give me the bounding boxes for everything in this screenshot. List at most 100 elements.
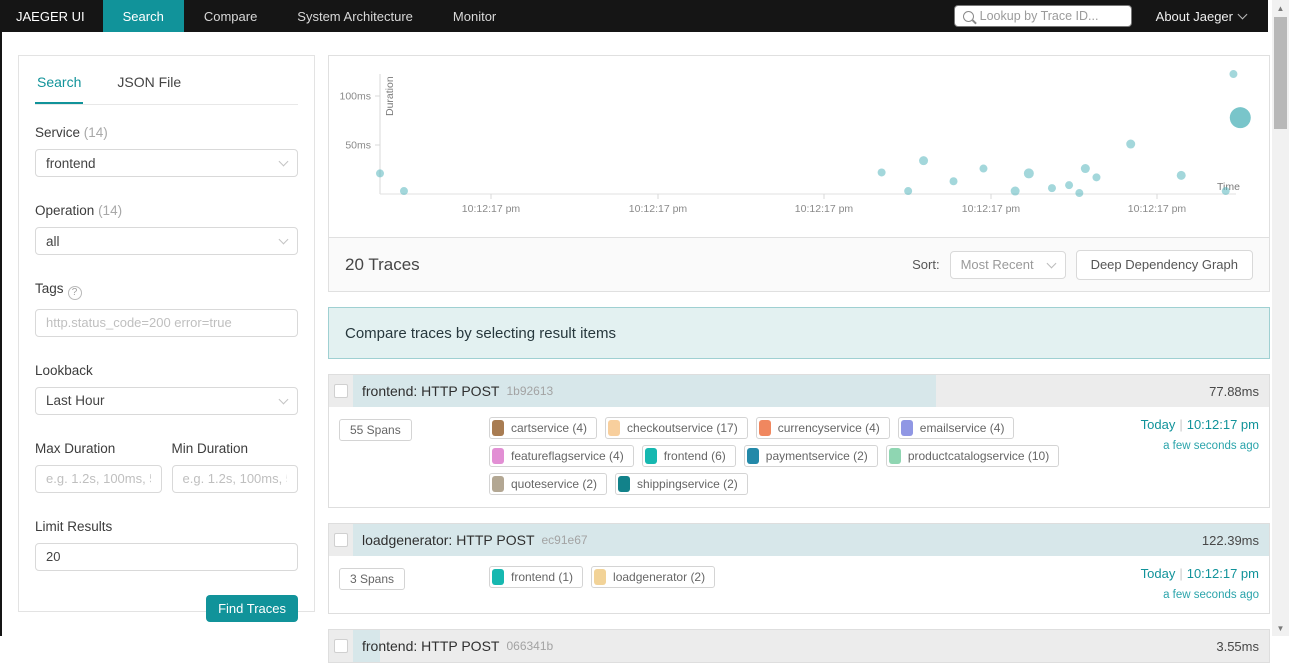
trace-scatter-point[interactable] [1221, 187, 1230, 196]
chevron-down-icon [278, 394, 289, 404]
trace-result-card[interactable]: frontend: HTTP POST 066341b 3.55ms | [328, 629, 1270, 663]
service-tag: emailservice (4) [897, 417, 1015, 439]
help-icon[interactable]: ? [67, 285, 82, 300]
trace-checkbox[interactable] [334, 384, 348, 398]
trace-scatter-point[interactable] [949, 177, 958, 186]
chevron-down-icon [278, 234, 289, 245]
chevron-down-icon [1046, 258, 1057, 268]
deep-dependency-graph-button[interactable]: Deep Dependency Graph [1075, 249, 1253, 280]
lookback-select[interactable]: Last Hour [35, 386, 298, 415]
scroll-down-icon[interactable]: ▼ [1272, 620, 1289, 636]
service-tag: cartservice (4) [489, 417, 598, 439]
operation-label: Operation (14) [35, 203, 123, 218]
trace-scatter-point[interactable] [1047, 184, 1056, 193]
trace-id: 1b92613 [506, 384, 554, 398]
tab-json-file[interactable]: JSON File [115, 56, 183, 104]
lookback-label: Lookback [35, 362, 93, 378]
trace-result-card[interactable]: loadgenerator: HTTP POST ec91e67 122.39m… [328, 523, 1270, 614]
service-color-swatch [618, 476, 631, 492]
trace-header: loadgenerator: HTTP POST ec91e67 122.39m… [329, 524, 1269, 556]
service-color-swatch [492, 569, 504, 585]
operation-select-value: all [46, 233, 60, 249]
trace-result-list: frontend: HTTP POST 1b92613 77.88ms 55 S… [328, 374, 1270, 663]
about-jaeger-menu[interactable]: About Jaeger [1155, 8, 1248, 24]
trace-scatter-point[interactable] [877, 168, 886, 177]
tags-input[interactable] [35, 308, 298, 337]
trace-scatter-point[interactable] [904, 187, 913, 196]
trace-duration: 3.55ms [1216, 638, 1259, 654]
limit-results-label: Limit Results [35, 518, 113, 534]
scatter-plot: 50ms 100ms Duration 10:12:17 pm 10:12:17 pm 1… [339, 70, 1251, 215]
sort-label: Sort: [912, 257, 940, 272]
service-tag: currencyservice (4) [755, 417, 890, 439]
trace-scatter-point[interactable] [919, 156, 929, 166]
find-traces-button[interactable]: Find Traces [206, 594, 298, 622]
trace-lookup-box[interactable] [953, 5, 1132, 27]
trace-lookup-input[interactable] [979, 9, 1123, 23]
svg-text:100ms: 100ms [339, 91, 371, 103]
service-tag: loadgenerator (2) [591, 566, 716, 588]
service-select-value: frontend [46, 155, 96, 171]
trace-scatter-point[interactable] [1010, 186, 1020, 196]
trace-header: frontend: HTTP POST 1b92613 77.88ms [329, 375, 1269, 407]
results-header-bar: 20 Traces Sort: Most Recent Deep Depende… [328, 238, 1270, 292]
page-scrollbar[interactable]: ▲ ▼ [1272, 0, 1289, 636]
trace-scatter-point[interactable] [376, 169, 384, 178]
nav-item-system-architecture[interactable]: System Architecture [277, 0, 433, 32]
trace-scatter-point[interactable] [1023, 168, 1034, 179]
trace-scatter-point[interactable] [1065, 181, 1074, 190]
span-count-badge: 55 Spans [339, 419, 412, 441]
main-content: 50ms 100ms Duration 10:12:17 pm 10:12:17 pm 1… [328, 32, 1270, 663]
service-tag: paymentservice (2) [743, 445, 878, 467]
nav-item-search[interactable]: Search [102, 0, 184, 32]
service-select[interactable]: frontend [35, 149, 298, 177]
trace-checkbox[interactable] [334, 533, 348, 547]
max-duration-input[interactable] [35, 464, 162, 493]
service-color-swatch [746, 448, 759, 464]
span-count-badge: 3 Spans [339, 568, 406, 590]
service-tag: frontend (1) [489, 566, 584, 588]
about-jaeger-label: About Jaeger [1155, 8, 1233, 24]
limit-results-input[interactable] [35, 542, 298, 571]
nav-item-monitor[interactable]: Monitor [433, 0, 516, 32]
duration-scatter-chart: 50ms 100ms Duration 10:12:17 pm 10:12:17 pm 1… [328, 55, 1270, 238]
tab-search[interactable]: Search [35, 56, 84, 104]
trace-date: Today | 10:12:17 pm [1140, 417, 1259, 432]
svg-text:10:12:17 pm: 10:12:17 pm [1128, 203, 1187, 215]
search-icon [962, 10, 974, 22]
tags-label: Tags? [35, 281, 298, 300]
service-tags: frontend (1) loadgenerator (2) [489, 566, 1084, 601]
trace-scatter-point[interactable] [1229, 107, 1251, 129]
service-color-swatch [492, 448, 504, 464]
trace-count: 20 Traces [345, 254, 420, 274]
nav-item-compare[interactable]: Compare [184, 0, 277, 32]
service-color-swatch [900, 420, 913, 436]
trace-duration: 77.88ms [1209, 383, 1259, 399]
trace-header: frontend: HTTP POST 066341b 3.55ms [329, 630, 1269, 662]
min-duration-input[interactable] [171, 464, 298, 493]
min-duration-label: Min Duration [171, 440, 249, 456]
trace-scatter-point[interactable] [1092, 173, 1101, 182]
trace-result-card[interactable]: frontend: HTTP POST 1b92613 77.88ms 55 S… [328, 374, 1270, 508]
svg-text:Duration: Duration [384, 76, 396, 116]
trace-date: Today | 10:12:17 pm [1140, 566, 1259, 581]
trace-scatter-point[interactable] [1080, 164, 1090, 174]
max-duration-label: Max Duration [35, 440, 116, 456]
trace-scatter-point[interactable] [1126, 139, 1136, 149]
operation-select[interactable]: all [35, 227, 298, 255]
scrollbar-thumb[interactable] [1274, 17, 1287, 129]
trace-scatter-point[interactable] [979, 164, 988, 173]
scroll-up-icon[interactable]: ▲ [1272, 0, 1289, 16]
trace-scatter-point[interactable] [1075, 189, 1084, 198]
service-color-swatch [888, 448, 901, 464]
compare-banner: Compare traces by selecting result items [328, 307, 1270, 359]
service-color-swatch [644, 448, 657, 464]
trace-body: 3 Spans frontend (1) loadgenerator (2) To… [329, 556, 1269, 613]
trace-scatter-point[interactable] [399, 187, 408, 196]
service-color-swatch [492, 476, 504, 492]
sort-select[interactable]: Most Recent [949, 250, 1066, 279]
trace-checkbox[interactable] [334, 639, 348, 653]
trace-scatter-point[interactable] [1176, 170, 1186, 180]
service-tag: shippingservice (2) [615, 473, 748, 495]
trace-scatter-point[interactable] [1229, 70, 1238, 79]
